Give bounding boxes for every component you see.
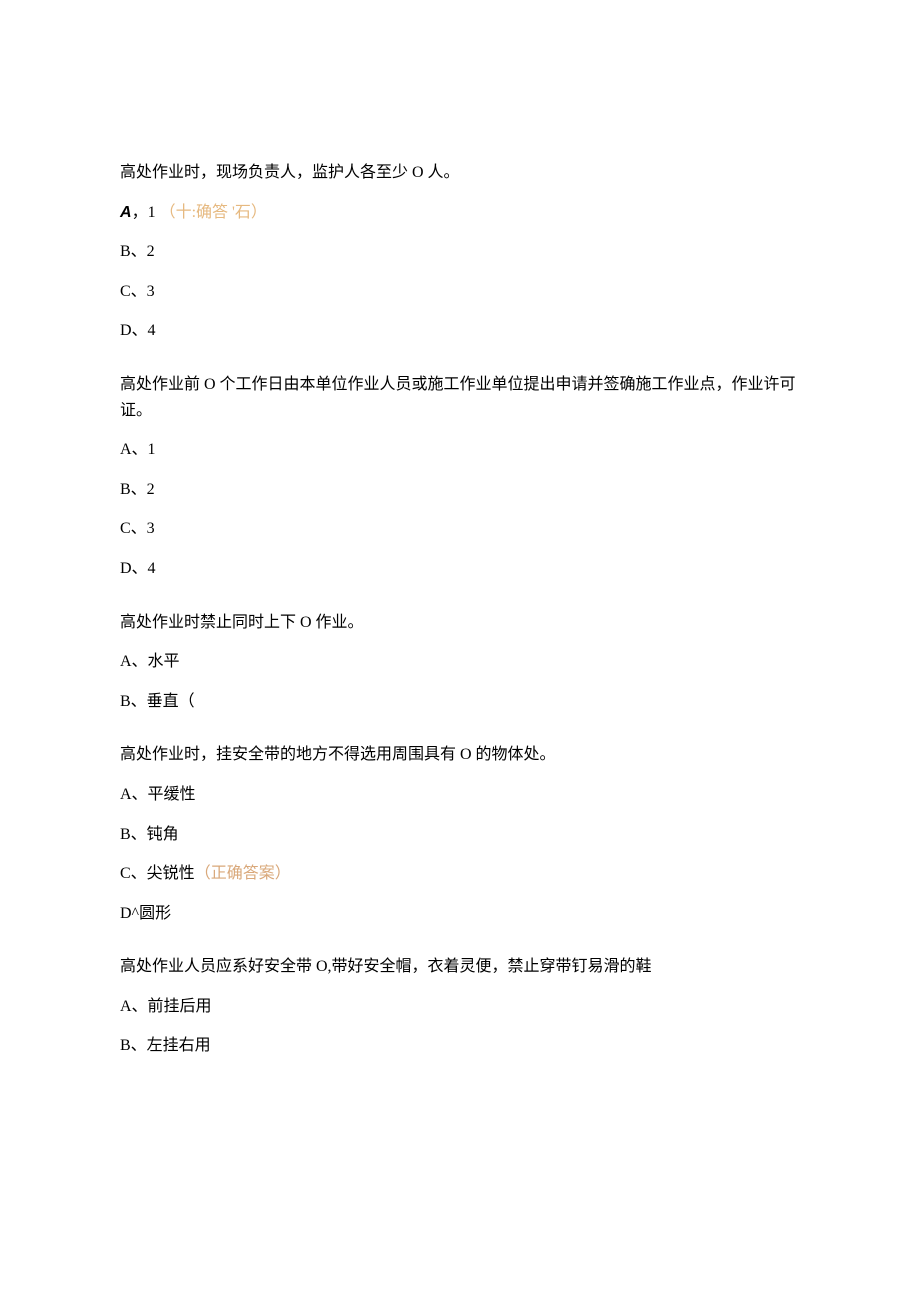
question-2-option-a: A、1 [120,437,800,463]
question-2-option-b: B、2 [120,477,800,503]
correct-answer-marker: （十:确答 '石） [160,204,267,221]
question-5-option-b: B、左挂右用 [120,1033,800,1059]
option-c-label: C、尖锐性 [120,865,195,882]
question-1-option-b: B、2 [120,239,800,265]
question-3-option-a: A、水平 [120,649,800,675]
question-4-option-c: C、尖锐性（正确答案） [120,861,800,887]
question-1-option-d: D、4 [120,318,800,344]
question-1: 高处作业时，现场负责人，监护人各至少 O 人。 A，1 （十:确答 '石） B、… [120,160,800,344]
question-2-text: 高处作业前 O 个工作日由本单位作业人员或施工作业单位提出申请并签确施工作业点，… [120,372,800,423]
question-5: 高处作业人员应系好安全带 O,带好安全帽，衣着灵便，禁止穿带钉易滑的鞋 A、前挂… [120,954,800,1059]
question-4-option-a: A、平缓性 [120,782,800,808]
question-1-text: 高处作业时，现场负责人，监护人各至少 O 人。 [120,160,800,186]
question-4-option-b: B、钝角 [120,822,800,848]
option-a-prefix: A [120,204,132,221]
question-2: 高处作业前 O 个工作日由本单位作业人员或施工作业单位提出申请并签确施工作业点，… [120,372,800,582]
question-3: 高处作业时禁止同时上下 O 作业。 A、水平 B、垂直（ [120,610,800,715]
question-1-option-a: A，1 （十:确答 '石） [120,200,800,226]
question-2-option-c: C、3 [120,516,800,542]
question-4-text: 高处作业时，挂安全带的地方不得选用周围具有 O 的物体处。 [120,742,800,768]
question-4-option-d: D^圆形 [120,901,800,927]
question-3-option-b: B、垂直（ [120,689,800,715]
question-3-text: 高处作业时禁止同时上下 O 作业。 [120,610,800,636]
option-a-sep: ， [132,204,148,221]
question-5-text: 高处作业人员应系好安全带 O,带好安全帽，衣着灵便，禁止穿带钉易滑的鞋 [120,954,800,980]
option-a-val: 1 [148,204,156,221]
question-4: 高处作业时，挂安全带的地方不得选用周围具有 O 的物体处。 A、平缓性 B、钝角… [120,742,800,926]
question-2-option-d: D、4 [120,556,800,582]
question-1-option-c: C、3 [120,279,800,305]
correct-answer-marker: （正确答案） [195,865,291,882]
question-5-option-a: A、前挂后用 [120,994,800,1020]
